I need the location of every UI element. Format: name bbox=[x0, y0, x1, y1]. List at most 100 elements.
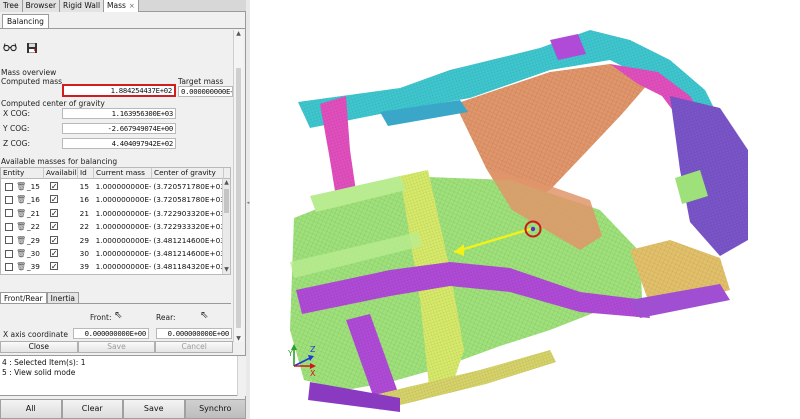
id-cell: 29 bbox=[79, 235, 89, 245]
target-mass-field[interactable]: 0.000000000E+ bbox=[178, 86, 233, 97]
availability-cell bbox=[44, 195, 78, 204]
bottom-toolbar: All Clear Save Synchro bbox=[0, 399, 246, 419]
table-scrollbar[interactable]: ▲ ▼ bbox=[222, 179, 230, 274]
availability-checkbox[interactable] bbox=[49, 195, 58, 204]
availability-cell bbox=[44, 222, 78, 231]
front-label: Front: bbox=[90, 313, 112, 322]
tab-mass[interactable]: Mass × bbox=[104, 0, 139, 12]
synchro-button[interactable]: Synchro bbox=[184, 399, 246, 419]
entity-cell: 🗑 _39 bbox=[1, 262, 44, 271]
cancel-button[interactable]: Cancel bbox=[155, 341, 234, 353]
availability-cell bbox=[44, 262, 78, 271]
tab-front-rear[interactable]: Front/Rear bbox=[0, 292, 47, 303]
save-mass-icon[interactable] bbox=[25, 42, 39, 54]
glasses-icon[interactable] bbox=[3, 42, 17, 54]
clear-button[interactable]: Clear bbox=[61, 399, 123, 419]
tab-inertia[interactable]: Inertia bbox=[46, 292, 79, 303]
select-checkbox[interactable] bbox=[5, 209, 13, 218]
scroll-up-icon[interactable]: ▲ bbox=[223, 179, 230, 187]
id-cell: 22 bbox=[79, 222, 89, 232]
scroll-down-icon[interactable]: ▼ bbox=[223, 266, 230, 274]
cog-cell: (3.722903320E+03, - bbox=[153, 208, 224, 218]
close-button[interactable]: Close bbox=[0, 341, 78, 353]
axis-x-label: X bbox=[310, 369, 316, 378]
mass-entity-icon: 🗑 bbox=[16, 182, 27, 191]
availability-cell bbox=[44, 249, 78, 258]
save-bottom-button[interactable]: Save bbox=[123, 399, 185, 419]
computed-mass-label: Computed mass bbox=[1, 77, 63, 86]
left-panel: Tree Browser Rigid Wall Mass × Balancing … bbox=[0, 0, 246, 419]
car-body-model[interactable]: Y Z X bbox=[250, 0, 800, 419]
table-row[interactable]: 🗑_22 22 1.000000000E-03(3.722933320E+03, - bbox=[1, 220, 223, 233]
z-cog-label: Z COG: bbox=[3, 139, 31, 148]
id-cell: 30 bbox=[79, 249, 89, 258]
availability-checkbox[interactable] bbox=[49, 208, 58, 217]
console-scrollbar[interactable] bbox=[237, 356, 246, 396]
y-cog-field[interactable]: -2.667949074E+00 bbox=[62, 123, 176, 134]
save-button[interactable]: Save bbox=[77, 341, 156, 353]
col-center-of-gravity[interactable]: Center of gravity bbox=[152, 168, 224, 179]
table-header: Entity Availability Id Current mass Cent… bbox=[1, 168, 230, 179]
entity-name: _15 bbox=[27, 182, 40, 191]
mass-entity-icon: 🗑 bbox=[16, 195, 27, 205]
mass-entity-icon: 🗑 bbox=[16, 208, 27, 218]
x-cog-label: X COG: bbox=[3, 109, 31, 118]
computed-mass-field[interactable]: 1.884254437E+02 bbox=[62, 84, 176, 97]
col-id[interactable]: Id bbox=[78, 168, 94, 179]
panel-scroll-thumb[interactable] bbox=[236, 68, 241, 328]
entity-name: _29 bbox=[27, 235, 40, 245]
availability-cell bbox=[44, 182, 78, 191]
tab-rigid-wall[interactable]: Rigid Wall bbox=[60, 0, 105, 12]
col-availability[interactable]: Availability bbox=[44, 168, 78, 179]
availability-checkbox[interactable] bbox=[49, 235, 58, 244]
available-masses-table: Entity Availability Id Current mass Cent… bbox=[0, 167, 231, 275]
table-scroll-thumb[interactable] bbox=[224, 189, 229, 213]
table-row[interactable]: 🗑_30 30 1.000000000E-03(3.481214600E+03, - bbox=[1, 247, 223, 260]
mass-entity-icon: 🗑 bbox=[16, 235, 27, 245]
table-row[interactable]: 🗑_21 21 1.000000000E-03(3.722903320E+03, - bbox=[1, 207, 223, 220]
select-checkbox[interactable] bbox=[5, 195, 13, 204]
mass-entity-icon: 🗑 bbox=[16, 222, 27, 232]
x-axis-rear-field[interactable]: 0.000000000E+00 bbox=[156, 328, 232, 339]
id-cell: 16 bbox=[79, 195, 89, 205]
availability-checkbox[interactable] bbox=[49, 222, 58, 231]
select-checkbox[interactable] bbox=[5, 236, 13, 245]
action-buttons: Close Save Cancel bbox=[0, 341, 234, 353]
select-checkbox[interactable] bbox=[5, 182, 13, 191]
select-checkbox[interactable] bbox=[5, 249, 13, 258]
table-row[interactable]: 🗑_15 15 1.000000000E-03(3.720571780E+03, 5 bbox=[1, 180, 223, 193]
availability-checkbox[interactable] bbox=[49, 249, 58, 257]
front-pick-cursor-icon[interactable]: ⇖ bbox=[114, 310, 122, 321]
close-tab-icon[interactable]: × bbox=[129, 2, 135, 10]
table-row[interactable]: 🗑_29 29 1.000000000E-03(3.481214600E+03, - bbox=[1, 234, 223, 247]
all-button[interactable]: All bbox=[0, 399, 62, 419]
x-axis-front-field[interactable]: 0.000000000E+00 bbox=[73, 328, 149, 339]
subtab-balancing[interactable]: Balancing bbox=[2, 14, 49, 28]
cog-cell: (3.481214600E+03, - bbox=[153, 249, 224, 258]
mass-cell: 1.000000000E-03 bbox=[95, 235, 152, 245]
availability-checkbox[interactable] bbox=[49, 262, 58, 271]
select-checkbox[interactable] bbox=[5, 222, 13, 231]
tab-tree[interactable]: Tree bbox=[0, 0, 23, 12]
mass-cell: 1.000000000E-03 bbox=[95, 249, 152, 258]
message-console: 4 : Selected Item(s): 1 5 : View solid m… bbox=[0, 355, 246, 396]
availability-checkbox[interactable] bbox=[49, 182, 58, 190]
z-cog-field[interactable]: 4.404097942E+02 bbox=[62, 138, 176, 149]
panel-scroll-down-icon[interactable]: ▼ bbox=[234, 335, 243, 342]
panel-scrollbar[interactable]: ▲ ▼ bbox=[233, 30, 243, 342]
select-checkbox[interactable] bbox=[5, 262, 13, 271]
panel-scroll-up-icon[interactable]: ▲ bbox=[234, 30, 243, 37]
table-row[interactable]: 🗑_16 16 1.000000000E-03(3.720581780E+03, 5 bbox=[1, 193, 223, 206]
col-entity[interactable]: Entity bbox=[1, 168, 44, 179]
mass-entity-icon: 🗑 bbox=[16, 262, 27, 272]
entity-name: _22 bbox=[27, 222, 40, 232]
mass-entity-icon: 🗑 bbox=[16, 249, 27, 258]
col-current-mass[interactable]: Current mass bbox=[94, 168, 152, 179]
rear-pick-cursor-icon[interactable]: ⇖ bbox=[200, 310, 208, 321]
3d-viewport[interactable]: Y Z X bbox=[250, 0, 800, 419]
table-row[interactable]: 🗑_39 39 1.000000000E-03(3.481184320E+03, - bbox=[1, 260, 223, 273]
entity-cell: 🗑 _22 bbox=[1, 222, 44, 231]
mass-cell: 1.000000000E-03 bbox=[95, 182, 152, 191]
x-cog-field[interactable]: 1.163956300E+03 bbox=[62, 108, 176, 119]
tab-browser[interactable]: Browser bbox=[22, 0, 61, 12]
